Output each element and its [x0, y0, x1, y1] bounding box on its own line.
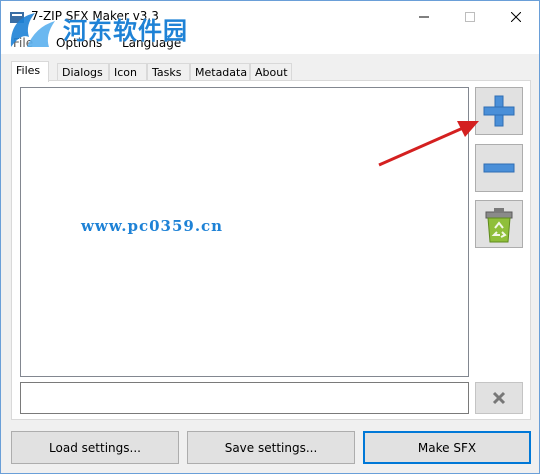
watermark-url: www.pc0359.cn	[81, 217, 224, 235]
minimize-icon	[419, 16, 429, 17]
menu-bar: File Options Language	[1, 32, 539, 54]
menu-options[interactable]: Options	[56, 36, 102, 50]
make-sfx-button[interactable]: Make SFX	[363, 431, 531, 464]
close-button[interactable]	[493, 1, 539, 32]
close-icon	[511, 11, 521, 22]
tab-about[interactable]: About	[250, 63, 292, 81]
load-settings-button[interactable]: Load settings...	[11, 431, 179, 464]
tab-metadata[interactable]: Metadata	[190, 63, 250, 81]
clear-path-button[interactable]	[475, 382, 523, 414]
save-settings-button[interactable]: Save settings...	[187, 431, 355, 464]
menu-file[interactable]: File	[13, 36, 33, 50]
tab-tasks[interactable]: Tasks	[147, 63, 190, 81]
title-bar[interactable]: 7-ZIP SFX Maker v3.3	[1, 1, 539, 32]
minimize-button[interactable]	[401, 1, 447, 32]
plus-icon	[483, 95, 515, 127]
menu-language[interactable]: Language	[122, 36, 181, 50]
remove-file-button[interactable]	[475, 144, 523, 192]
tab-icon[interactable]: Icon	[109, 63, 147, 81]
path-input[interactable]	[20, 382, 469, 414]
tab-dialogs[interactable]: Dialogs	[57, 63, 109, 81]
app-icon	[10, 12, 24, 23]
maximize-icon	[465, 11, 475, 22]
maximize-button[interactable]	[447, 1, 493, 32]
add-file-button[interactable]	[475, 87, 523, 135]
minus-icon	[483, 163, 515, 173]
close-icon	[492, 391, 506, 405]
clear-files-button[interactable]	[475, 200, 523, 248]
tab-files[interactable]: Files	[11, 61, 49, 82]
window-title: 7-ZIP SFX Maker v3.3	[31, 9, 159, 23]
app-window: 7-ZIP SFX Maker v3.3 File Options Langua…	[0, 0, 540, 474]
recycle-bin-icon	[485, 208, 513, 243]
